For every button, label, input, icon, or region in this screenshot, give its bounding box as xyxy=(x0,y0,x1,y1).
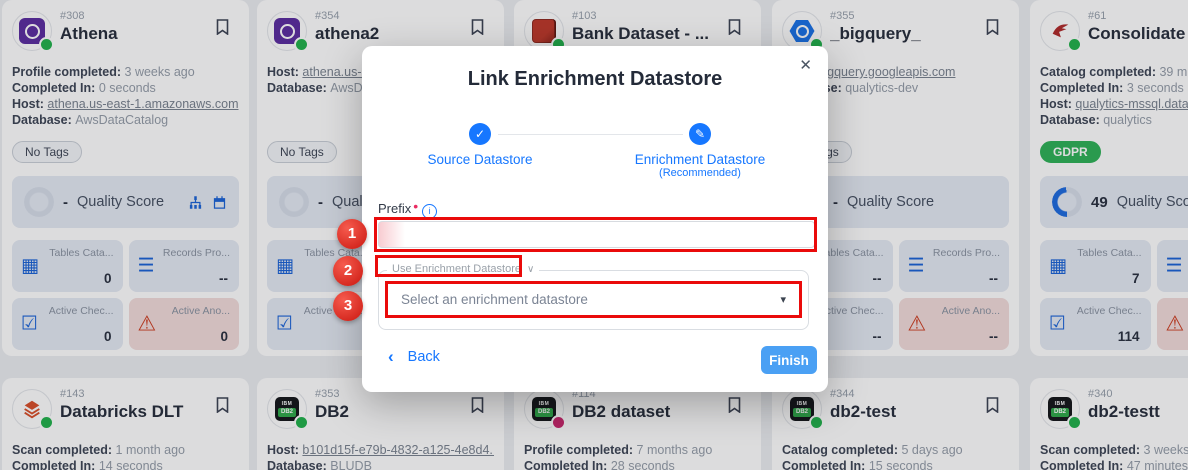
annotation-badge-2: 2 xyxy=(333,256,363,286)
step-label: Enrichment Datastore xyxy=(630,152,770,167)
select-placeholder: Select an enrichment datastore xyxy=(401,292,588,307)
enrichment-select[interactable]: Select an enrichment datastore ▾ xyxy=(389,285,798,314)
back-button[interactable]: ‹ Back xyxy=(388,349,440,365)
check-circle-icon: ✓ xyxy=(469,123,491,145)
fieldset-legend[interactable]: Use Enrichment Datastore∨ xyxy=(387,263,539,275)
modal-title: Link Enrichment Datastore xyxy=(362,68,828,91)
prefix-label: Prefix•i xyxy=(378,198,437,219)
step-source-datastore: ✓ Source Datastore xyxy=(420,123,540,167)
caret-down-icon: ▾ xyxy=(780,293,786,306)
finish-button[interactable]: Finish xyxy=(761,346,817,374)
annotation-badge-1: 1 xyxy=(337,219,367,249)
step-label: Source Datastore xyxy=(420,152,540,167)
prefix-input[interactable] xyxy=(378,221,815,248)
annotation-badge-3: 3 xyxy=(333,291,363,321)
step-enrichment-datastore: ✎ Enrichment Datastore (Recommended) xyxy=(630,123,770,179)
required-asterisk: • xyxy=(413,198,418,214)
chevron-down-icon: ∨ xyxy=(527,264,534,275)
chevron-left-icon: ‹ xyxy=(388,350,394,364)
info-icon[interactable]: i xyxy=(422,204,437,219)
pencil-circle-icon: ✎ xyxy=(689,123,711,145)
link-enrichment-modal: ✕ Link Enrichment Datastore ✓ Source Dat… xyxy=(362,46,828,392)
step-sublabel: (Recommended) xyxy=(630,167,770,179)
back-label: Back xyxy=(408,349,440,365)
